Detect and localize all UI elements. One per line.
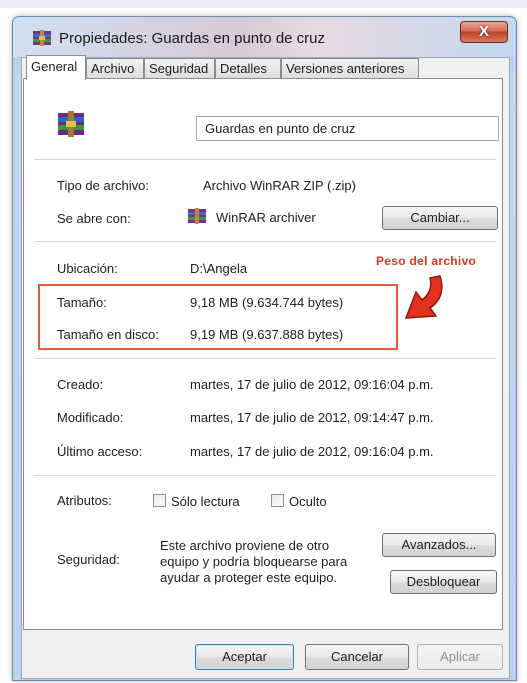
security-text-line-2: equipo y podría bloquearse para xyxy=(160,554,348,569)
winrar-app-icon xyxy=(188,208,206,224)
advanced-button[interactable]: Avanzados... xyxy=(382,533,496,557)
tab-archivo[interactable]: Archivo xyxy=(86,58,144,79)
size-label: Tamaño: xyxy=(57,295,107,310)
file-name-field[interactable]: Guardas en punto de cruz xyxy=(196,116,499,141)
readonly-checkbox[interactable] xyxy=(153,494,166,507)
desktop-strip xyxy=(0,0,527,8)
close-button[interactable]: X xyxy=(460,21,508,43)
disk-size-value: 9,19 MB (9.637.888 bytes) xyxy=(190,327,344,342)
opens-with-label: Se abre con: xyxy=(57,211,131,226)
tab-versiones-anteriores[interactable]: Versiones anteriores xyxy=(281,58,419,79)
ok-button[interactable]: Aceptar xyxy=(195,644,294,670)
location-label: Ubicación: xyxy=(57,261,118,276)
cancel-button[interactable]: Cancelar xyxy=(305,644,409,670)
disk-size-label: Tamaño en disco: xyxy=(57,327,159,342)
accessed-label: Último acceso: xyxy=(57,444,143,459)
modified-label: Modificado: xyxy=(57,410,124,425)
winrar-archive-icon xyxy=(58,111,84,137)
tab-general[interactable]: General xyxy=(26,55,86,80)
file-type-value: Archivo WinRAR ZIP (.zip) xyxy=(203,178,356,193)
tab-seguridad[interactable]: Seguridad xyxy=(144,58,215,79)
hidden-checkbox[interactable] xyxy=(271,494,284,507)
winrar-icon xyxy=(33,30,51,46)
security-text-line-3: ayudar a proteger este equipo. xyxy=(160,570,338,585)
readonly-label[interactable]: Sólo lectura xyxy=(171,494,240,509)
security-label: Seguridad: xyxy=(57,552,120,567)
created-label: Creado: xyxy=(57,377,104,392)
tab-detalles[interactable]: Detalles xyxy=(215,58,281,79)
unblock-button[interactable]: Desbloquear xyxy=(390,570,497,594)
separator xyxy=(34,241,496,242)
attributes-label: Atributos: xyxy=(57,493,112,508)
annotation-label: Peso del archivo xyxy=(376,254,477,268)
hidden-label[interactable]: Oculto xyxy=(289,494,327,509)
change-button[interactable]: Cambiar... xyxy=(382,206,498,230)
accessed-value: martes, 17 de julio de 2012, 09:16:04 p.… xyxy=(190,444,434,459)
separator xyxy=(34,358,496,359)
modified-value: martes, 17 de julio de 2012, 09:14:47 p.… xyxy=(190,410,434,425)
window-title: Propiedades: Guardas en punto de cruz xyxy=(59,30,326,47)
apply-button[interactable]: Aplicar xyxy=(417,644,503,670)
file-type-label: Tipo de archivo: xyxy=(57,178,150,193)
location-value: D:\Angela xyxy=(190,261,248,276)
security-text-line-1: Este archivo proviene de otro xyxy=(160,538,330,553)
opens-with-value: WinRAR archiver xyxy=(216,210,316,225)
annotation-arrow-icon xyxy=(404,275,443,319)
title-bar[interactable]: Propiedades: Guardas en punto de cruz X xyxy=(13,17,516,57)
created-value: martes, 17 de julio de 2012, 09:16:04 p.… xyxy=(190,377,434,392)
size-value: 9,18 MB (9.634.744 bytes) xyxy=(190,295,344,310)
separator xyxy=(34,475,496,476)
separator xyxy=(34,159,496,160)
